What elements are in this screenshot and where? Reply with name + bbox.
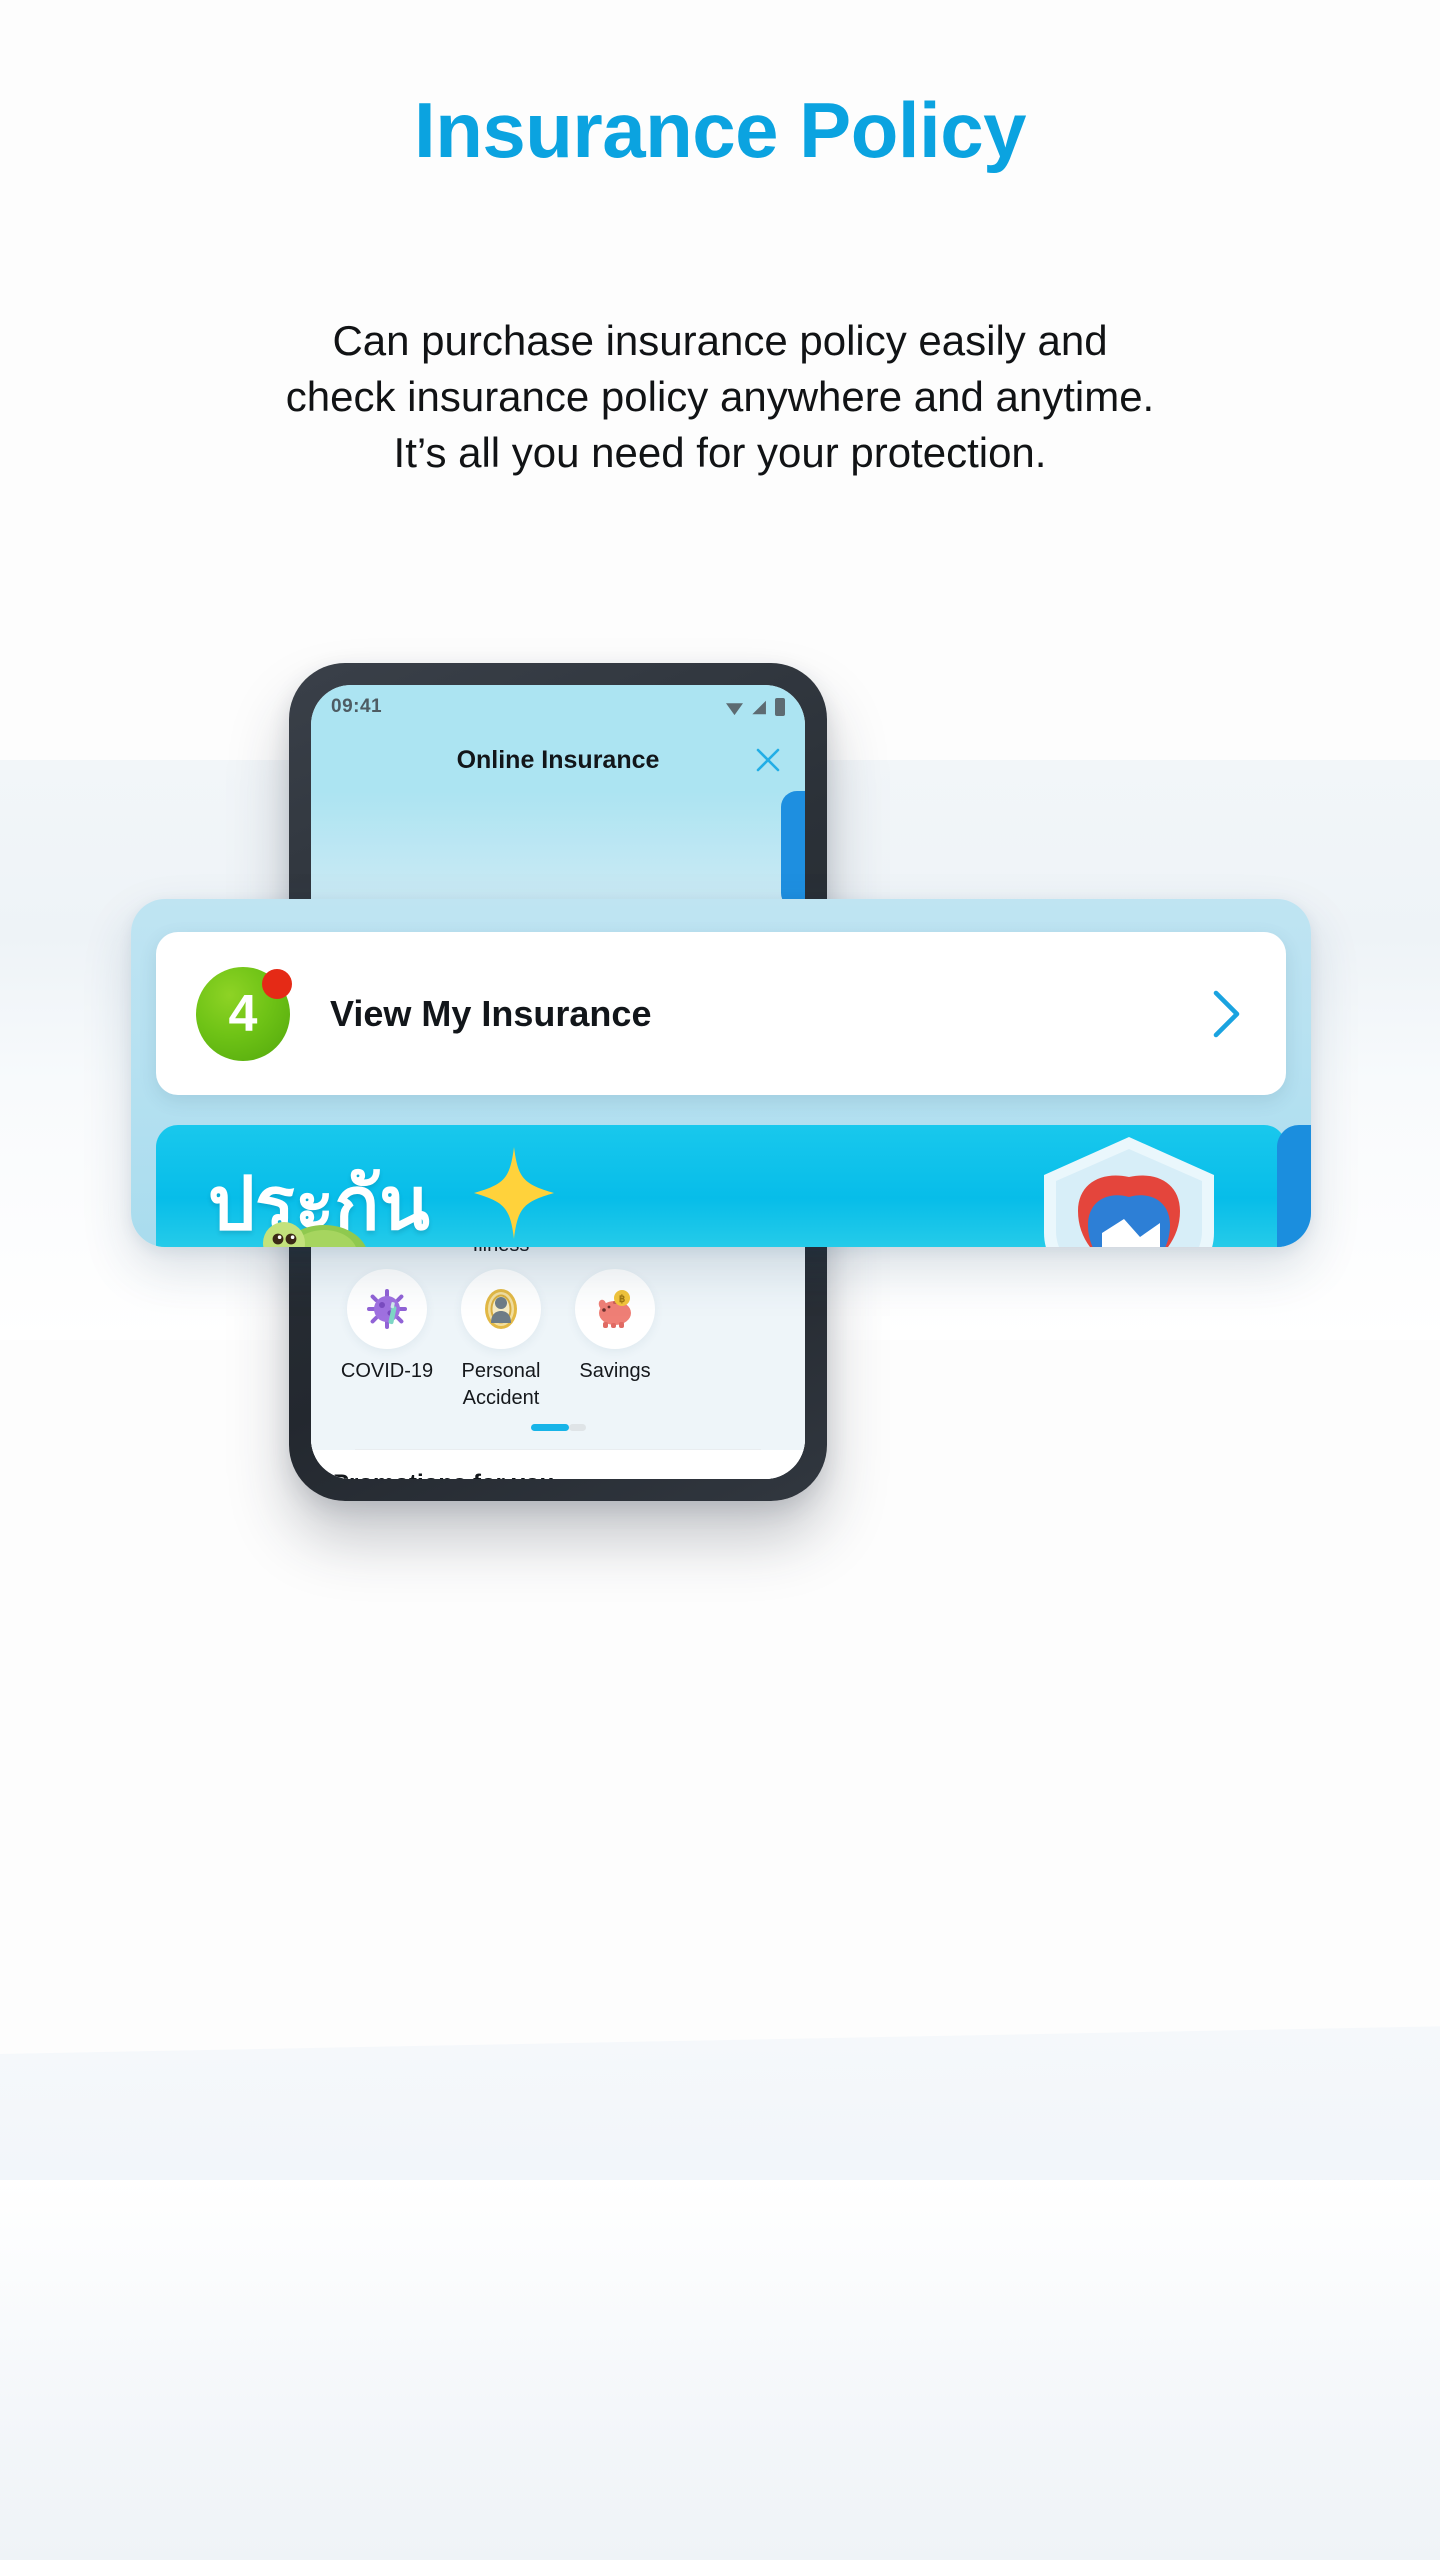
sparkle-icon — [474, 1147, 554, 1239]
view-my-insurance-row-underlay[interactable] — [311, 791, 805, 911]
signal-icon — [752, 700, 766, 714]
inline-promo-banner-next[interactable] — [781, 791, 805, 909]
screenshot-stage: Insurance Policy Can purchase insurance … — [0, 0, 1440, 2560]
piggy-bank-icon: ฿ — [598, 1290, 631, 1328]
insurance-type-label: Personal Accident — [461, 1360, 541, 1409]
pager-dot[interactable] — [568, 1424, 586, 1431]
insurance-type-label: COVID-19 — [340, 1360, 434, 1382]
status-bar-time: 09:41 — [331, 696, 383, 717]
view-my-insurance-card[interactable]: 4 View My Insurance — [156, 932, 1286, 1095]
insurance-type-personal-accident[interactable]: Personal Accident — [447, 1269, 555, 1412]
type-bubble — [461, 1269, 541, 1349]
battery-icon — [775, 698, 785, 716]
promotions-title: Promotions for you — [333, 1470, 783, 1479]
close-icon[interactable] — [753, 745, 783, 775]
carousel-pager[interactable] — [333, 1424, 783, 1431]
pager-dot-active[interactable] — [530, 1424, 569, 1431]
promotions-section: Promotions for you เปลี่ยนบัตรชิปการ์ด ฟ… — [311, 1450, 805, 1479]
insurance-count-badge: 4 — [196, 966, 292, 1061]
shield-graphic-icon — [1044, 1137, 1214, 1247]
person-icon — [485, 1289, 517, 1329]
notification-dot-icon — [262, 968, 292, 999]
page-subtitle: Can purchase insurance policy easily and… — [0, 313, 1440, 481]
app-header: Online Insurance — [311, 729, 805, 791]
status-bar-icons — [724, 698, 785, 716]
svg-text:฿: ฿ — [619, 1294, 625, 1305]
virus-icon — [367, 1289, 407, 1329]
subtitle-line-2: check insurance policy anywhere and anyt… — [285, 372, 1155, 420]
wifi-icon — [726, 702, 743, 715]
insurance-type-covid[interactable]: COVID-19 — [333, 1269, 441, 1412]
status-bar: 09:41 — [311, 685, 805, 729]
page-title: Insurance Policy — [414, 86, 1026, 174]
chevron-right-icon[interactable] — [1206, 988, 1246, 1040]
app-header-title: Online Insurance — [456, 745, 660, 774]
type-bubble: ฿ — [575, 1269, 655, 1349]
spotlight-overlay: 4 View My Insurance ประกัน — [131, 899, 1311, 1247]
subtitle-line-1: Can purchase insurance policy easily and — [332, 317, 1108, 364]
view-my-insurance-label: View My Insurance — [330, 992, 652, 1034]
spotlight-promo-banner[interactable]: ประกัน — [156, 1125, 1286, 1247]
subtitle-line-3: It’s all you need for your protection. — [393, 428, 1047, 476]
turtle-mascot-icon — [263, 1222, 366, 1247]
spotlight-promo-banner-next[interactable] — [1277, 1125, 1311, 1247]
insurance-type-label: Savings — [579, 1360, 651, 1382]
type-bubble — [347, 1269, 427, 1349]
insurance-type-savings[interactable]: ฿ Savings — [561, 1269, 669, 1412]
background-band-lower — [0, 2180, 1440, 2560]
